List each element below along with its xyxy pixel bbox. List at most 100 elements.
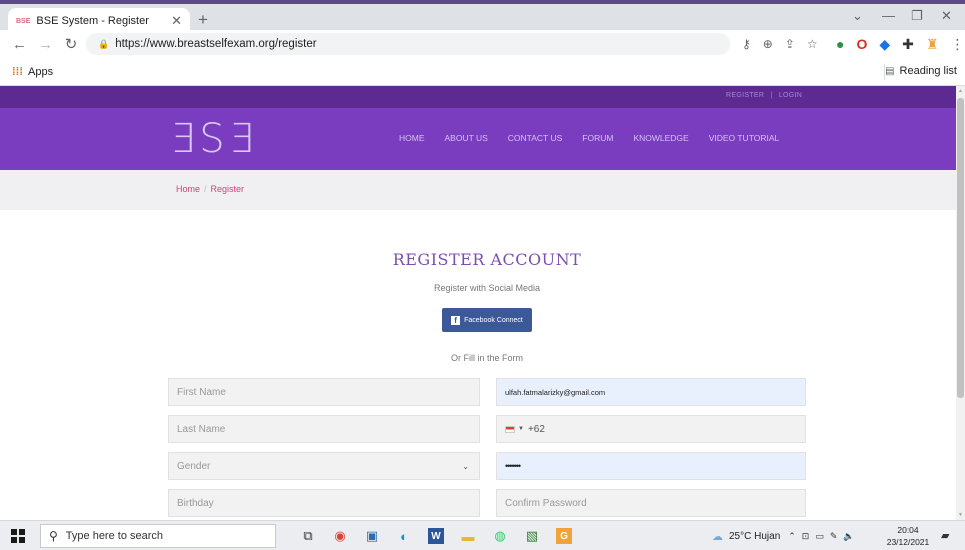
facebook-button-label: Facebook Connect [464,316,523,324]
reading-list-button[interactable]: ▤ Reading list [885,65,957,77]
nav-forum[interactable]: FORUM [582,133,613,143]
nav-contact-us[interactable]: CONTACT US [508,133,562,143]
apps-shortcut[interactable]: ⁞⁞⁞ Apps [12,66,53,78]
close-tab-icon[interactable]: ✕ [171,13,182,29]
puzzle-extension-icon[interactable]: ✚ [902,36,914,53]
scroll-up-arrow-icon[interactable]: ▲ [958,88,963,94]
main-nav: ƎSƎ HOME ABOUT US CONTACT US FORUM KNOWL… [0,108,956,170]
first-name-field[interactable]: First Name [168,378,480,406]
breadcrumb-trail: Home / Register [176,184,244,194]
register-link[interactable]: REGISTER [726,92,764,99]
login-link[interactable]: LOGIN [779,92,802,99]
breadcrumb-separator: / [204,184,207,194]
gender-select[interactable]: Gender ⌄ [168,452,480,480]
phone-field[interactable]: ▼ +62 [496,415,806,443]
volume-icon[interactable]: 🔈 [843,531,854,542]
apps-label: Apps [28,65,54,78]
windows-start-icon[interactable] [11,529,25,543]
page-title: REGISTER ACCOUNT [392,250,582,269]
chrome-icon[interactable]: ◉ [328,525,352,547]
network-icon[interactable]: ⊡ [802,531,810,542]
confirm-password-placeholder: Confirm Password [505,497,587,509]
clock-date: 23/12/2021 [886,537,930,547]
indonesia-flag-icon[interactable] [505,425,515,433]
photos-icon[interactable]: ▧ [520,525,544,547]
close-window-icon[interactable]: ✕ [941,8,952,24]
address-bar[interactable]: 🔒 https://www.breastselfexam.org/registe… [86,33,730,55]
file-explorer-icon[interactable]: ▬ [456,525,480,547]
share-icon[interactable]: ⇪ [785,37,795,51]
tab-title: BSE System - Register [36,15,149,27]
reading-list-label: Reading list [899,65,957,77]
notification-icon[interactable]: ▰ [941,529,949,542]
last-name-field[interactable]: Last Name [168,415,480,443]
key-icon[interactable]: ⚷ [742,37,751,51]
gender-value: Gender [177,460,211,472]
pen-icon[interactable]: ✎ [830,531,838,542]
pinned-apps: ⧉ ◉ ▣ ◐ W ▬ ◍ ▧ G [296,525,576,547]
taskbar-search[interactable]: ⚲ Type here to search [40,524,276,548]
birthday-field[interactable]: Birthday [168,489,480,517]
system-tray: ☁ 25°C Hujan ⌃ ⊡ ▭ ✎ 🔈 [712,521,855,550]
apps-grid-icon: ⁞⁞⁞ [12,65,23,78]
facebook-connect-button[interactable]: f Facebook Connect [442,308,532,332]
email-value: ulfah.fatmalarizky@gmail.com [505,387,606,397]
scrollbar-thumb[interactable] [957,98,964,398]
form-divider-label: Or Fill in the Form [450,353,523,363]
zoom-icon[interactable]: ⊕ [763,37,773,51]
menu-kebab-icon[interactable]: ⋮ [950,36,964,53]
new-tab-button[interactable]: + [198,10,208,30]
address-row: ← → ↻ 🔒 https://www.breastselfexam.org/r… [0,30,965,58]
whatsapp-icon[interactable]: ◍ [488,525,512,547]
page-scrollbar[interactable]: ▲ ▼ [956,86,965,520]
profile-icon[interactable]: ♜ [926,36,939,53]
battery-icon[interactable]: ▭ [815,531,824,542]
tray-chevron-icon[interactable]: ⌃ [788,531,796,542]
country-dropdown-icon[interactable]: ▼ [518,426,524,432]
nav-knowledge[interactable]: KNOWLEDGE [633,133,688,143]
green-extension-icon[interactable]: ● [836,36,844,52]
word-icon[interactable]: W [424,525,448,547]
weather-text[interactable]: 25°C Hujan [729,531,780,542]
task-view-icon[interactable]: ⧉ [296,525,320,547]
phone-country-code: +62 [527,423,545,435]
birthday-placeholder: Birthday [177,497,214,509]
password-value: ••••••• [505,461,521,471]
back-arrow-icon[interactable]: ← [12,36,27,53]
weather-icon[interactable]: ☁ [712,530,723,543]
top-bar: REGISTER | LOGIN [0,86,956,108]
breadcrumb-home[interactable]: Home [176,184,200,194]
taskbar-clock[interactable]: 20:04 23/12/2021 [884,524,932,548]
tray-icons: ⌃ ⊡ ▭ ✎ 🔈 [788,531,854,542]
web-page: REGISTER | LOGIN ƎSƎ HOME ABOUT US CONTA… [0,86,956,520]
blue-extension-icon[interactable]: ◆ [879,36,890,53]
nav-menu: HOME ABOUT US CONTACT US FORUM KNOWLEDGE… [399,133,779,143]
account-links: REGISTER | LOGIN [726,92,802,99]
forward-arrow-icon[interactable]: → [38,36,53,53]
password-field[interactable]: ••••••• [496,452,806,480]
breadcrumb: Home / Register [0,170,956,210]
register-section: REGISTER ACCOUNT Register with Social Me… [0,210,956,520]
email-field[interactable]: ulfah.fatmalarizky@gmail.com [496,378,806,406]
tab-search-chevron-icon[interactable]: ⌄ [852,8,863,24]
nav-video-tutorial[interactable]: VIDEO TUTORIAL [709,133,780,143]
nav-home[interactable]: HOME [399,133,425,143]
opera-extension-icon[interactable]: O [856,36,867,52]
site-logo[interactable]: ƎSƎ [170,119,258,159]
store-icon[interactable]: ▣ [360,525,384,547]
omnibox-actions: ⚷ ⊕ ⇪ ☆ [742,30,818,58]
scroll-down-arrow-icon[interactable]: ▼ [958,512,963,518]
nav-about-us[interactable]: ABOUT US [445,133,488,143]
facebook-icon: f [451,315,461,325]
restore-icon[interactable]: ❐ [911,8,923,24]
chevron-down-icon: ⌄ [462,461,469,471]
reload-icon[interactable]: ↻ [64,35,78,53]
url-text: https://www.breastselfexam.org/register [115,38,317,50]
minimize-icon[interactable]: — [882,8,895,23]
bookmark-star-icon[interactable]: ☆ [807,37,818,51]
search-icon: ⚲ [49,529,58,543]
app-g-icon[interactable]: G [552,525,576,547]
edge-icon[interactable]: ◐ [392,525,416,547]
tab-strip: BSE BSE System - Register ✕ + ⌄ — ❐ ✕ [0,0,965,34]
confirm-password-field[interactable]: Confirm Password [496,489,806,517]
